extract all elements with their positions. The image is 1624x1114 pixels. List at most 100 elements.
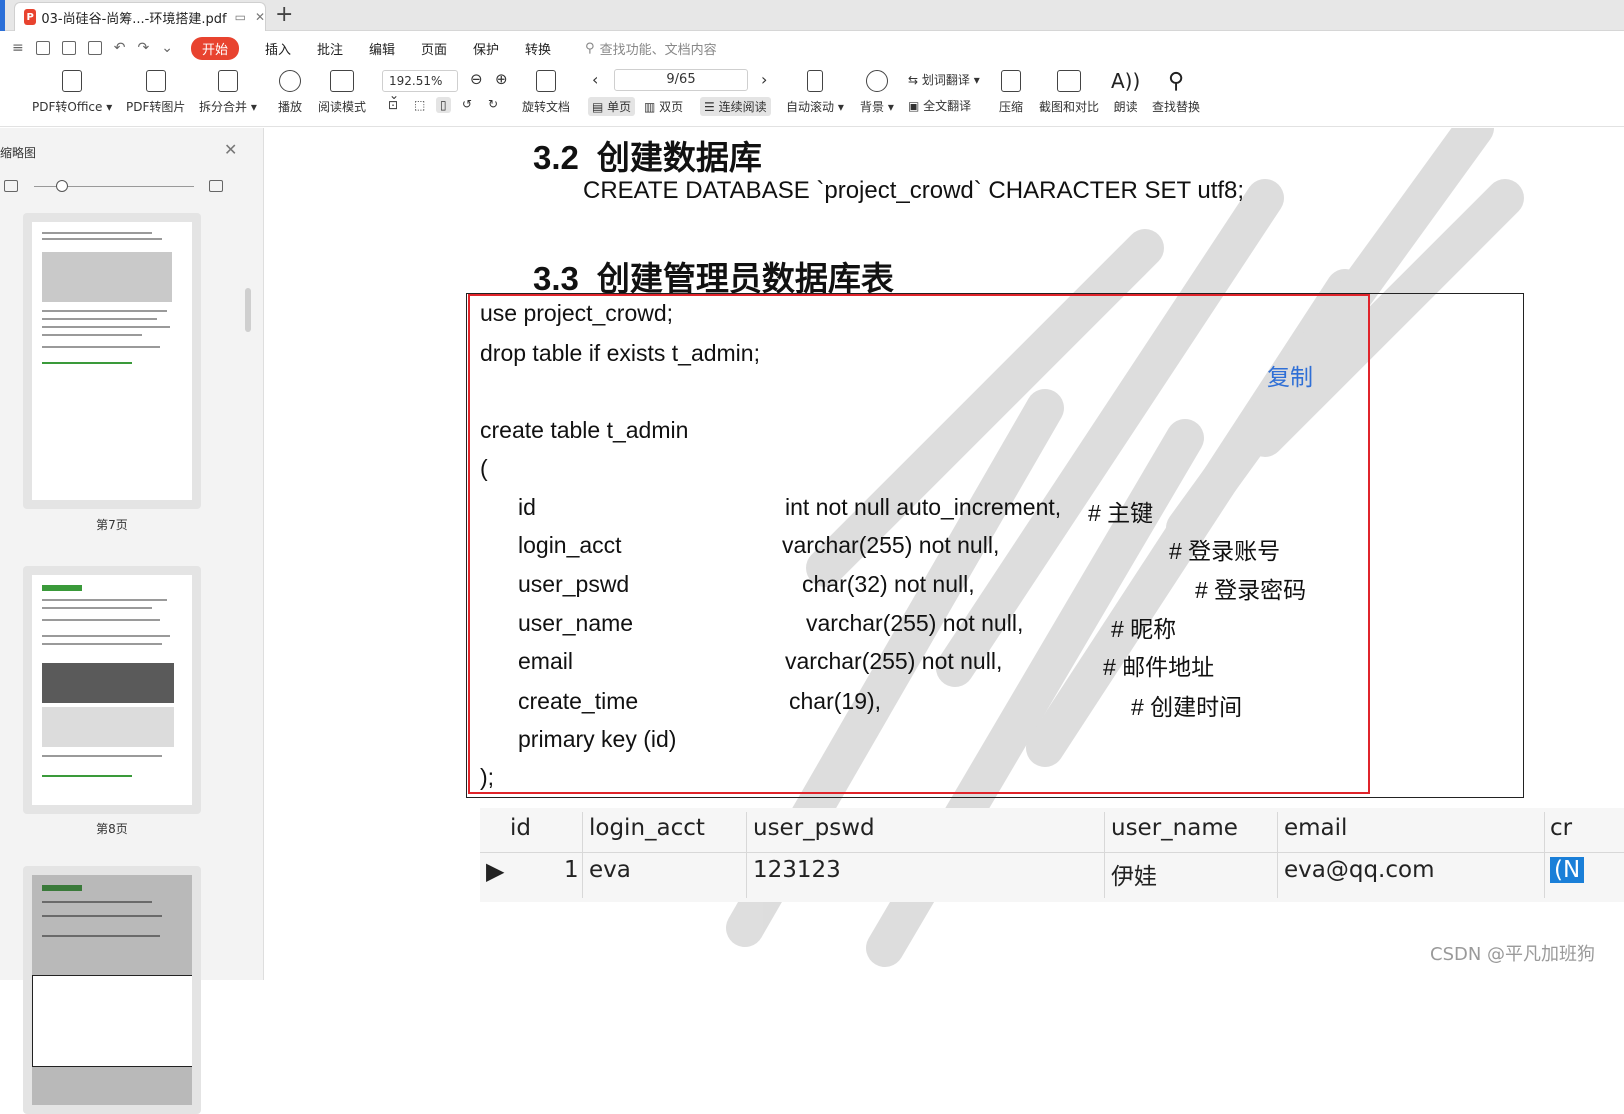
grid-header-login-acct[interactable]: login_acct [589, 815, 705, 841]
grid-column-divider [582, 812, 583, 898]
grid-cell-email[interactable]: eva@qq.com [1284, 857, 1435, 883]
code-line-drop: drop table if exists t_admin; [480, 340, 760, 366]
grid-cell-create-time[interactable]: (N [1550, 857, 1585, 883]
grid-cell-login-acct[interactable]: eva [589, 857, 631, 883]
close-tab-icon[interactable]: ✕ [255, 10, 265, 24]
page-number-input[interactable]: 9/65 [614, 69, 748, 91]
grid-cell-user-pswd[interactable]: 123123 [753, 857, 841, 883]
background-button[interactable]: 背景 ▾ [860, 68, 894, 115]
grid-cell-id[interactable]: 1 [564, 857, 579, 883]
grid-header-user-name[interactable]: user_name [1111, 815, 1238, 841]
continuous-read-button[interactable]: ☰ 连续阅读 [700, 97, 771, 116]
compress-icon [1001, 70, 1021, 92]
pdf-to-office-button[interactable]: PDF转Office ▾ [32, 68, 112, 115]
column-type: char(32) not null, [802, 571, 975, 597]
menu-insert[interactable]: 插入 [265, 39, 291, 58]
thumbnail-page-9[interactable] [23, 866, 201, 1114]
rotate-left-icon[interactable]: ↺ [462, 97, 472, 111]
menu-convert[interactable]: 转换 [525, 39, 551, 58]
column-type: varchar(255) not null, [782, 532, 1000, 558]
undo-icon[interactable]: ↶ [114, 40, 126, 56]
open-folder-icon[interactable] [35, 41, 50, 55]
rotate-right-icon[interactable]: ↻ [488, 97, 498, 111]
read-aloud-button[interactable]: A)) 朗读 [1111, 68, 1140, 115]
play-button[interactable]: 播放 [278, 68, 302, 115]
grid-header-create-time[interactable]: cr [1550, 815, 1572, 841]
rotate-document-button[interactable]: 旋转文档 [522, 68, 570, 115]
column-name: id [518, 494, 536, 520]
actual-size-icon[interactable]: ⊡ [388, 98, 398, 112]
full-translate-button[interactable]: ▣ 全文翻译 [908, 97, 971, 114]
screenshot-compare-button[interactable]: 截图和对比 [1039, 68, 1099, 115]
single-page-button[interactable]: ▤ 单页 [588, 97, 636, 116]
dropdown-icon[interactable]: ⌄ [161, 40, 173, 56]
compress-button[interactable]: 压缩 [999, 68, 1023, 115]
column-comment: # 昵称 [1111, 616, 1177, 642]
csdn-credit: CSDN @平凡加班狗 [1430, 944, 1596, 965]
menu-protect[interactable]: 保护 [473, 39, 499, 58]
menu-edit[interactable]: 编辑 [369, 39, 395, 58]
double-page-button[interactable]: ▥ 双页 [644, 98, 683, 115]
fit-width-icon[interactable]: ▯ [436, 97, 451, 113]
fit-page-icon[interactable]: ⬚ [414, 98, 425, 112]
grid-row-divider [480, 852, 1624, 853]
column-comment: # 登录密码 [1195, 577, 1307, 603]
find-replace-button[interactable]: ⚲ 查找替换 [1152, 68, 1200, 115]
print-icon[interactable] [87, 41, 102, 55]
pdf-to-image-button[interactable]: PDF转图片 [126, 68, 185, 115]
minimize-tab-icon[interactable]: ▭ [235, 10, 246, 24]
row-marker-icon[interactable]: ▶ [486, 857, 504, 885]
grid-cell-user-name[interactable]: 伊娃 [1111, 857, 1157, 891]
read-mode-button[interactable]: 阅读模式 [318, 68, 366, 115]
large-thumb-icon[interactable] [209, 180, 223, 192]
document-viewer[interactable]: 3.2 创建数据库 CREATE DATABASE `project_crowd`… [265, 128, 1624, 980]
column-type: varchar(255) not null, [785, 648, 1003, 674]
redo-icon[interactable]: ↷ [137, 40, 149, 56]
grid-header-id[interactable]: id [510, 815, 531, 841]
prev-page-icon[interactable]: ‹ [592, 70, 598, 89]
auto-scroll-icon [806, 70, 823, 92]
code-close: ); [480, 764, 495, 790]
grid-header-user-pswd[interactable]: user_pswd [753, 815, 875, 841]
word-translate-button[interactable]: ⇆ 划词翻译 ▾ [908, 71, 980, 88]
code-line-use: use project_crowd; [480, 300, 674, 326]
next-page-icon[interactable]: › [761, 70, 767, 89]
pdf-file-icon: P [24, 9, 37, 25]
code-primary-key: primary key (id) [518, 726, 677, 752]
document-tab[interactable]: P 03-尚硅谷-尚筹...-环境搭建.pdf ▭ ✕ [14, 2, 266, 31]
result-grid[interactable]: id login_acct user_pswd user_name email … [480, 808, 1624, 902]
command-search[interactable]: ⚲ 查找功能、文档内容 [585, 39, 717, 58]
column-name: login_acct [518, 532, 622, 558]
new-tab-button[interactable]: + [275, 3, 293, 27]
command-search-placeholder: 查找功能、文档内容 [599, 42, 717, 58]
copy-link[interactable]: 复制 [1267, 358, 1313, 392]
column-name: create_time [518, 688, 639, 714]
column-name: user_pswd [518, 571, 630, 597]
pdf-to-image-icon [145, 70, 166, 92]
thumbnail-page-7-image [32, 222, 192, 500]
menu-annotate[interactable]: 批注 [317, 39, 343, 58]
tab-title: 03-尚硅谷-尚筹...-环境搭建.pdf [41, 11, 227, 27]
zoom-in-icon[interactable]: ⊕ [495, 70, 508, 88]
rotate-document-icon [536, 70, 556, 92]
thumbnail-zoom-handle[interactable] [56, 180, 68, 192]
column-name: user_name [518, 610, 634, 636]
thumbnail-page-7[interactable] [23, 213, 201, 509]
menu-bar: ≡ ↶ ↷ ⌄ 开始 插入 批注 编辑 页面 保护 转换 ⚲ 查找功能、文档内容 [0, 31, 1624, 65]
save-icon[interactable] [61, 41, 76, 55]
menu-start[interactable]: 开始 [190, 36, 239, 60]
thumbnail-scrollbar[interactable] [245, 288, 251, 332]
zoom-out-icon[interactable]: ⊖ [470, 70, 483, 88]
close-panel-icon[interactable]: ✕ [224, 140, 237, 159]
auto-scroll-button[interactable]: 自动滚动 ▾ [786, 68, 844, 115]
menu-toggle-icon[interactable]: ≡ [12, 40, 24, 56]
split-merge-button[interactable]: 拆分合并 ▾ [199, 68, 257, 115]
menu-page[interactable]: 页面 [421, 39, 447, 58]
column-type: varchar(255) not null, [806, 610, 1024, 636]
app-accent [0, 0, 5, 31]
grid-header-email[interactable]: email [1284, 815, 1347, 841]
zoom-select[interactable]: 192.51% ⌄ [382, 70, 458, 102]
small-thumb-icon[interactable] [4, 180, 18, 192]
thumbnail-panel-title: 缩略图 [0, 146, 37, 160]
thumbnail-page-8[interactable] [23, 566, 201, 814]
